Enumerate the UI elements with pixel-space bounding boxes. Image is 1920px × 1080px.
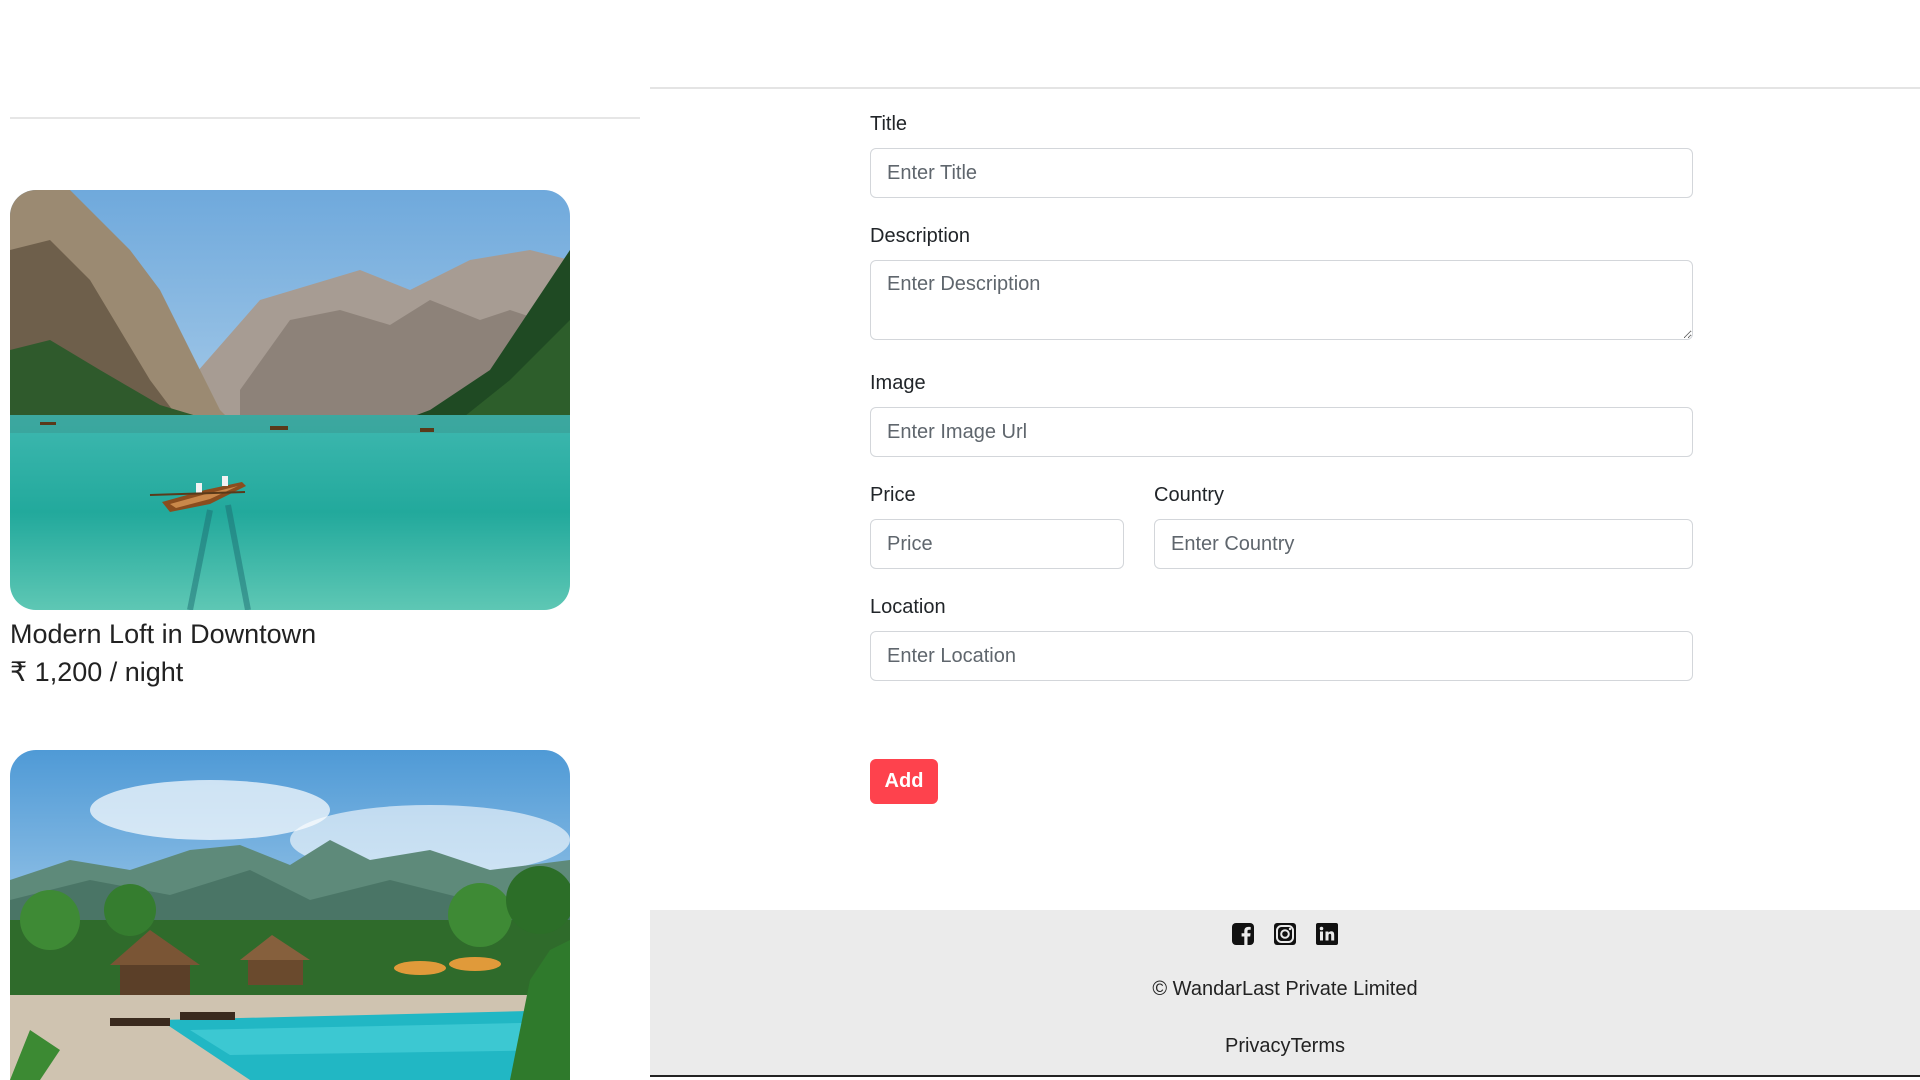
add-button[interactable]: Add <box>870 759 938 804</box>
location-input[interactable] <box>870 631 1693 681</box>
footer-links: PrivacyTerms <box>650 1035 1920 1058</box>
copyright-text: © WandarLast Private Limited <box>1152 978 1418 1000</box>
description-label: Description <box>870 225 971 247</box>
location-label: Location <box>870 596 946 618</box>
description-field: Description <box>870 222 1693 345</box>
price-country-row: Price Country <box>870 481 1693 593</box>
title-input[interactable] <box>870 148 1693 198</box>
instagram-icon[interactable] <box>1273 922 1297 946</box>
image-url-input[interactable] <box>870 407 1693 457</box>
image-label: Image <box>870 372 926 394</box>
navbar-divider <box>650 87 1920 89</box>
facebook-icon[interactable] <box>1231 922 1255 946</box>
social-links <box>650 922 1920 946</box>
country-field: Country <box>1154 481 1693 569</box>
listing-price: ₹ 1,200 / night <box>10 657 184 687</box>
listing-title[interactable]: Modern Loft in Downtown <box>10 616 570 652</box>
navbar-divider <box>10 117 640 119</box>
country-label: Country <box>1154 484 1225 506</box>
listing-card[interactable]: Modern Loft in Downtown ₹ 1,200 / night <box>10 190 570 692</box>
privacy-link[interactable]: Privacy <box>1225 1035 1291 1057</box>
listing-card[interactable] <box>10 750 570 1080</box>
price-input[interactable] <box>870 519 1124 569</box>
country-input[interactable] <box>1154 519 1693 569</box>
listing-image[interactable] <box>10 190 570 610</box>
image-field: Image <box>870 369 1693 457</box>
price-field: Price <box>870 481 1124 569</box>
title-field: Title <box>870 110 1693 198</box>
terms-link[interactable]: Terms <box>1291 1035 1345 1057</box>
title-label: Title <box>870 113 908 135</box>
price-label: Price <box>870 484 916 506</box>
listing-image[interactable] <box>10 750 570 1080</box>
linkedin-icon[interactable] <box>1315 922 1339 946</box>
location-field: Location <box>870 593 1693 681</box>
listings-panel: Modern Loft in Downtown ₹ 1,200 / night <box>0 0 650 1080</box>
description-textarea[interactable] <box>870 260 1693 340</box>
form-panel: Title Description Image Price Country Lo… <box>650 0 1920 1080</box>
footer: © WandarLast Private Limited PrivacyTerm… <box>650 910 1920 1077</box>
new-listing-form: Title Description Image Price Country Lo… <box>870 110 1693 705</box>
